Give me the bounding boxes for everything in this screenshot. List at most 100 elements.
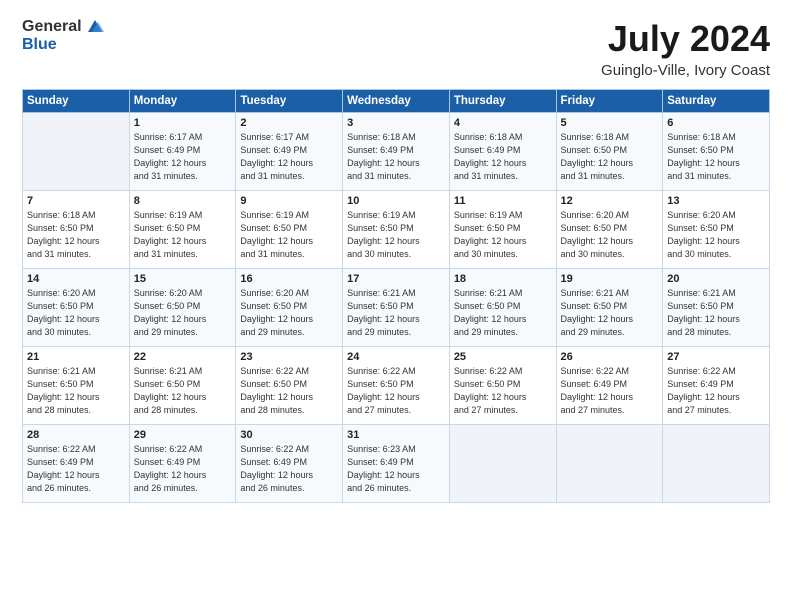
day-number: 21 — [27, 351, 125, 363]
day-content: Sunrise: 6:22 AM Sunset: 6:50 PM Dayligh… — [347, 365, 445, 417]
day-number: 5 — [561, 117, 659, 129]
logo: General Blue — [22, 18, 106, 54]
day-cell: 5Sunrise: 6:18 AM Sunset: 6:50 PM Daylig… — [556, 113, 663, 191]
day-content: Sunrise: 6:19 AM Sunset: 6:50 PM Dayligh… — [454, 209, 552, 261]
day-cell: 21 Sunrise: 6:21 AM Sunset: 6:50 PM Dayli… — [23, 347, 130, 425]
day-content: Sunrise: 6:22 AM Sunset: 6:49 PM Dayligh… — [561, 365, 659, 417]
week-row-2: 7 Sunrise: 6:18 AM Sunset: 6:50 PM Daylig… — [23, 191, 770, 269]
day-number: 1 — [134, 117, 232, 129]
day-cell: 9 Sunrise: 6:19 AM Sunset: 6:50 PM Daylig… — [236, 191, 343, 269]
day-content: Sunrise: 6:18 AM Sunset: 6:49 PM Dayligh… — [454, 131, 552, 183]
day-cell: 16 Sunrise: 6:20 AM Sunset: 6:50 PM Dayli… — [236, 269, 343, 347]
day-content: Sunrise: 6:22 AM Sunset: 6:50 PM Dayligh… — [240, 365, 338, 417]
col-wednesday: Wednesday — [343, 90, 450, 113]
day-content: Sunrise: 6:19 AM Sunset: 6:50 PM Dayligh… — [134, 209, 232, 261]
col-thursday: Thursday — [449, 90, 556, 113]
day-cell: 19Sunrise: 6:21 AM Sunset: 6:50 PM Dayli… — [556, 269, 663, 347]
day-number: 30 — [240, 429, 338, 441]
day-cell — [23, 113, 130, 191]
day-cell: 2Sunrise: 6:17 AM Sunset: 6:49 PM Daylig… — [236, 113, 343, 191]
day-number: 18 — [454, 273, 552, 285]
day-cell: 12 Sunrise: 6:20 AM Sunset: 6:50 PM Dayli… — [556, 191, 663, 269]
day-number: 11 — [454, 195, 552, 207]
day-cell: 31 Sunrise: 6:23 AM Sunset: 6:49 PM Dayli… — [343, 425, 450, 503]
day-cell: 14Sunrise: 6:20 AM Sunset: 6:50 PM Dayli… — [23, 269, 130, 347]
day-content: Sunrise: 6:17 AM Sunset: 6:49 PM Dayligh… — [134, 131, 232, 183]
day-cell: 30Sunrise: 6:22 AM Sunset: 6:49 PM Dayli… — [236, 425, 343, 503]
day-number: 25 — [454, 351, 552, 363]
day-number: 16 — [240, 273, 338, 285]
header: General Blue July 2024 Guinglo-Ville, Iv… — [22, 18, 770, 79]
day-content: Sunrise: 6:22 AM Sunset: 6:49 PM Dayligh… — [134, 443, 232, 495]
day-number: 7 — [27, 195, 125, 207]
day-content: Sunrise: 6:18 AM Sunset: 6:49 PM Dayligh… — [347, 131, 445, 183]
day-content: Sunrise: 6:23 AM Sunset: 6:49 PM Dayligh… — [347, 443, 445, 495]
week-row-1: 1 Sunrise: 6:17 AM Sunset: 6:49 PM Daylig… — [23, 113, 770, 191]
day-cell: 7 Sunrise: 6:18 AM Sunset: 6:50 PM Daylig… — [23, 191, 130, 269]
logo-general: General — [22, 18, 82, 36]
day-number: 23 — [240, 351, 338, 363]
day-cell: 22Sunrise: 6:21 AM Sunset: 6:50 PM Dayli… — [129, 347, 236, 425]
week-row-3: 14Sunrise: 6:20 AM Sunset: 6:50 PM Dayli… — [23, 269, 770, 347]
day-number: 22 — [134, 351, 232, 363]
day-number: 13 — [667, 195, 765, 207]
day-cell: 18 Sunrise: 6:21 AM Sunset: 6:50 PM Dayli… — [449, 269, 556, 347]
day-cell: 8 Sunrise: 6:19 AM Sunset: 6:50 PM Daylig… — [129, 191, 236, 269]
day-number: 29 — [134, 429, 232, 441]
col-monday: Monday — [129, 90, 236, 113]
day-number: 27 — [667, 351, 765, 363]
day-content: Sunrise: 6:19 AM Sunset: 6:50 PM Dayligh… — [347, 209, 445, 261]
day-number: 9 — [240, 195, 338, 207]
day-cell: 10 Sunrise: 6:19 AM Sunset: 6:50 PM Dayli… — [343, 191, 450, 269]
main-title: July 2024 — [601, 18, 770, 60]
day-content: Sunrise: 6:18 AM Sunset: 6:50 PM Dayligh… — [667, 131, 765, 183]
day-number: 15 — [134, 273, 232, 285]
day-cell: 20 Sunrise: 6:21 AM Sunset: 6:50 PM Dayli… — [663, 269, 770, 347]
day-content: Sunrise: 6:22 AM Sunset: 6:49 PM Dayligh… — [27, 443, 125, 495]
col-friday: Friday — [556, 90, 663, 113]
day-content: Sunrise: 6:20 AM Sunset: 6:50 PM Dayligh… — [561, 209, 659, 261]
day-cell: 13 Sunrise: 6:20 AM Sunset: 6:50 PM Dayli… — [663, 191, 770, 269]
week-row-4: 21 Sunrise: 6:21 AM Sunset: 6:50 PM Dayli… — [23, 347, 770, 425]
day-content: Sunrise: 6:21 AM Sunset: 6:50 PM Dayligh… — [667, 287, 765, 339]
day-number: 8 — [134, 195, 232, 207]
day-content: Sunrise: 6:17 AM Sunset: 6:49 PM Dayligh… — [240, 131, 338, 183]
day-number: 6 — [667, 117, 765, 129]
day-number: 17 — [347, 273, 445, 285]
day-cell: 26 Sunrise: 6:22 AM Sunset: 6:49 PM Dayli… — [556, 347, 663, 425]
day-cell: 15 Sunrise: 6:20 AM Sunset: 6:50 PM Dayli… — [129, 269, 236, 347]
col-sunday: Sunday — [23, 90, 130, 113]
day-content: Sunrise: 6:20 AM Sunset: 6:50 PM Dayligh… — [134, 287, 232, 339]
day-content: Sunrise: 6:18 AM Sunset: 6:50 PM Dayligh… — [27, 209, 125, 261]
day-number: 10 — [347, 195, 445, 207]
day-cell: 23 Sunrise: 6:22 AM Sunset: 6:50 PM Dayli… — [236, 347, 343, 425]
col-tuesday: Tuesday — [236, 90, 343, 113]
day-cell: 6 Sunrise: 6:18 AM Sunset: 6:50 PM Daylig… — [663, 113, 770, 191]
day-cell: 27Sunrise: 6:22 AM Sunset: 6:49 PM Dayli… — [663, 347, 770, 425]
day-content: Sunrise: 6:19 AM Sunset: 6:50 PM Dayligh… — [240, 209, 338, 261]
day-number: 3 — [347, 117, 445, 129]
day-number: 28 — [27, 429, 125, 441]
day-number: 26 — [561, 351, 659, 363]
subtitle: Guinglo-Ville, Ivory Coast — [601, 62, 770, 79]
day-number: 12 — [561, 195, 659, 207]
day-content: Sunrise: 6:20 AM Sunset: 6:50 PM Dayligh… — [667, 209, 765, 261]
day-number: 4 — [454, 117, 552, 129]
day-cell: 4 Sunrise: 6:18 AM Sunset: 6:49 PM Daylig… — [449, 113, 556, 191]
day-cell: 25Sunrise: 6:22 AM Sunset: 6:50 PM Dayli… — [449, 347, 556, 425]
day-content: Sunrise: 6:20 AM Sunset: 6:50 PM Dayligh… — [240, 287, 338, 339]
day-cell — [556, 425, 663, 503]
day-cell: 29 Sunrise: 6:22 AM Sunset: 6:49 PM Dayli… — [129, 425, 236, 503]
day-number: 31 — [347, 429, 445, 441]
day-content: Sunrise: 6:21 AM Sunset: 6:50 PM Dayligh… — [454, 287, 552, 339]
day-content: Sunrise: 6:21 AM Sunset: 6:50 PM Dayligh… — [27, 365, 125, 417]
day-number: 20 — [667, 273, 765, 285]
day-cell: 11 Sunrise: 6:19 AM Sunset: 6:50 PM Dayli… — [449, 191, 556, 269]
col-saturday: Saturday — [663, 90, 770, 113]
logo-blue: Blue — [22, 36, 57, 54]
day-content: Sunrise: 6:20 AM Sunset: 6:50 PM Dayligh… — [27, 287, 125, 339]
day-content: Sunrise: 6:21 AM Sunset: 6:50 PM Dayligh… — [347, 287, 445, 339]
calendar-table: Sunday Monday Tuesday Wednesday Thursday… — [22, 89, 770, 503]
day-content: Sunrise: 6:21 AM Sunset: 6:50 PM Dayligh… — [561, 287, 659, 339]
day-cell: 17 Sunrise: 6:21 AM Sunset: 6:50 PM Dayli… — [343, 269, 450, 347]
